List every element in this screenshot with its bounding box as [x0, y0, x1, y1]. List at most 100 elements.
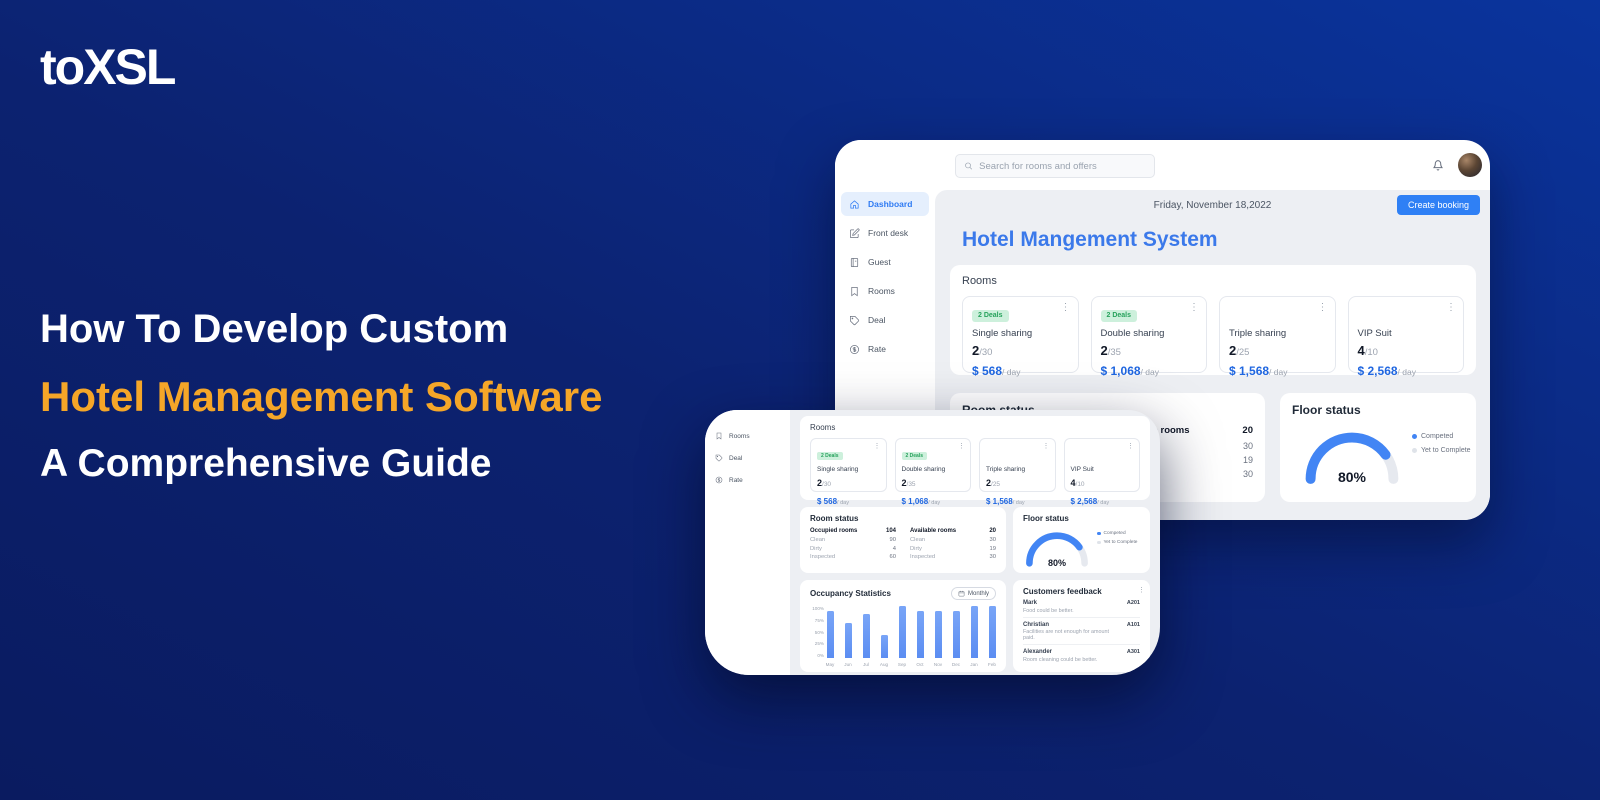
bar [899, 606, 906, 658]
sidebar-item-rooms[interactable]: Rooms [715, 428, 785, 444]
floor-status-card: Floor status 80% Competed Yet to Complet… [1280, 393, 1476, 502]
create-booking-button[interactable]: Create booking [1397, 195, 1480, 215]
sidebar-item-rooms[interactable]: Rooms [841, 279, 929, 303]
room-price: $ 1,568 [1229, 364, 1269, 378]
dollar-icon [715, 476, 723, 484]
kebab-menu-icon[interactable]: ⋮ [1061, 303, 1071, 313]
sidebar-item-deal[interactable]: Deal [841, 308, 929, 332]
bar-column: Oct [916, 606, 924, 658]
search-bar[interactable] [955, 154, 1155, 178]
capacity: /25 [1236, 347, 1249, 358]
bar-column: May [826, 606, 834, 658]
bar-column: Jan [970, 606, 978, 658]
x-tick-label: May [826, 662, 835, 667]
bar [953, 611, 960, 658]
floor-status-gauge: 80% [1021, 527, 1093, 569]
sidebar-item-front-desk[interactable]: Front desk [841, 221, 929, 245]
floor-status-gauge: 80% [1298, 425, 1406, 487]
heading-line-1: How To Develop Custom [40, 296, 602, 363]
floor-status-title: Floor status [1292, 403, 1464, 417]
calendar-icon [958, 590, 965, 597]
feedback-room-number: A301 [1127, 649, 1140, 655]
gauge-percent: 80% [1298, 469, 1406, 485]
bar [827, 611, 834, 658]
search-icon [964, 161, 973, 171]
occupied-count: 4 [1358, 343, 1365, 358]
notification-bell-icon[interactable] [1430, 157, 1446, 173]
room-type-label: Double sharing [902, 466, 965, 473]
kebab-menu-icon[interactable]: ⋮ [1446, 303, 1456, 313]
feedback-guest-name: Christian [1023, 622, 1140, 628]
feedback-title: Customers feedback [1023, 587, 1140, 596]
y-tick-label: 50% [815, 630, 824, 635]
sidebar-item-rate[interactable]: Rate [841, 337, 929, 361]
deals-badge: 2 Deals [1101, 310, 1138, 322]
deals-badge: 2 Deals [972, 310, 1009, 322]
dashboard-window-front: Rooms Deal Rate Rooms 2 Deals ⋮ Single s… [705, 410, 1160, 675]
customers-feedback-card: Customers feedback ⋮ Mark Food could be … [1013, 580, 1150, 672]
home-icon [849, 199, 860, 210]
sidebar-item-rate[interactable]: Rate [715, 472, 785, 488]
sidebar-item-deal[interactable]: Deal [715, 450, 785, 466]
room-type-label: Triple sharing [1229, 328, 1326, 339]
deals-badge: 2 Deals [817, 452, 843, 460]
monthly-filter-button[interactable]: Monthly [951, 587, 996, 600]
x-tick-label: Sep [898, 662, 906, 667]
bar-column: Jul [862, 606, 870, 658]
feedback-guest-name: Mark [1023, 600, 1140, 606]
price-unit: / day [1141, 367, 1159, 377]
feedback-room-number: A101 [1127, 622, 1140, 628]
user-avatar[interactable] [1458, 153, 1482, 177]
kebab-menu-icon[interactable]: ⋮ [874, 442, 881, 450]
bar-column: Feb [988, 606, 996, 658]
feedback-comment: Room cleaning could be better. [1023, 657, 1115, 663]
rooms-section: Rooms 2 Deals ⋮ Single sharing 2/30 $ 56… [950, 265, 1476, 375]
sidebar-item-label: Rate [868, 344, 886, 354]
rooms-section-title: Rooms [962, 275, 1464, 287]
room-card-triple-sharing: ⋮ Triple sharing 2/25 $ 1,568/ day [979, 438, 1056, 492]
bar-column: Sep [898, 606, 906, 658]
room-status-card: Room status Occupied rooms104 Clean90 Di… [800, 507, 1006, 573]
hero-heading: How To Develop Custom Hotel Management S… [40, 296, 602, 497]
capacity: /30 [979, 347, 992, 358]
x-tick-label: Aug [880, 662, 888, 667]
tag-icon [849, 315, 860, 326]
kebab-menu-icon[interactable]: ⋮ [1043, 442, 1050, 450]
rooms-section-title: Rooms [810, 423, 1140, 432]
tag-icon [715, 454, 723, 462]
kebab-menu-icon[interactable]: ⋮ [1318, 303, 1328, 313]
room-price: $ 2,568 [1358, 364, 1398, 378]
bar [989, 606, 996, 658]
room-card-single-sharing: 2 Deals ⋮ Single sharing 2/30 $ 568/ day [962, 296, 1079, 373]
sidebar-item-label: Deal [729, 455, 742, 462]
search-input[interactable] [979, 161, 1146, 172]
bar [881, 635, 888, 658]
kebab-menu-icon[interactable]: ⋮ [1138, 586, 1145, 594]
kebab-menu-icon[interactable]: ⋮ [1189, 303, 1199, 313]
floor-status-legend: Competed Yet to Complete [1412, 433, 1471, 461]
sidebar-item-dashboard[interactable]: Dashboard [841, 192, 929, 216]
room-price: $ 568 [972, 364, 1002, 378]
room-card-double-sharing: 2 Deals ⋮ Double sharing 2/35 $ 1,068/ d… [895, 438, 972, 492]
y-tick-label: 25% [815, 641, 824, 646]
bar [935, 611, 942, 658]
x-tick-label: Jul [863, 662, 869, 667]
sidebar-item-guest[interactable]: Guest [841, 250, 929, 274]
rooms-section: Rooms 2 Deals ⋮ Single sharing 2/30 $ 56… [800, 416, 1150, 500]
heading-line-3: A Comprehensive Guide [40, 430, 602, 497]
floor-status-title: Floor status [1023, 514, 1140, 523]
sidebar-item-label: Rooms [868, 286, 895, 296]
kebab-menu-icon[interactable]: ⋮ [1127, 442, 1134, 450]
chart-yaxis: 100%75%50%25%0% [808, 606, 824, 658]
room-card-triple-sharing: ⋮ Triple sharing 2/25 $ 1,568/ day [1219, 296, 1336, 373]
occupancy-title: Occupancy Statistics [810, 589, 891, 598]
room-type-label: VIP Suit [1358, 328, 1455, 339]
sidebar-item-label: Dashboard [868, 199, 912, 209]
x-tick-label: Jan [970, 662, 977, 667]
kebab-menu-icon[interactable]: ⋮ [958, 442, 965, 450]
bar [971, 606, 978, 658]
mini-sidebar: Rooms Deal Rate [705, 410, 790, 675]
sidebar-item-label: Deal [868, 315, 885, 325]
bar-column: Dec [952, 606, 960, 658]
feedback-item: Mark Food could be better. A201 [1023, 596, 1140, 618]
